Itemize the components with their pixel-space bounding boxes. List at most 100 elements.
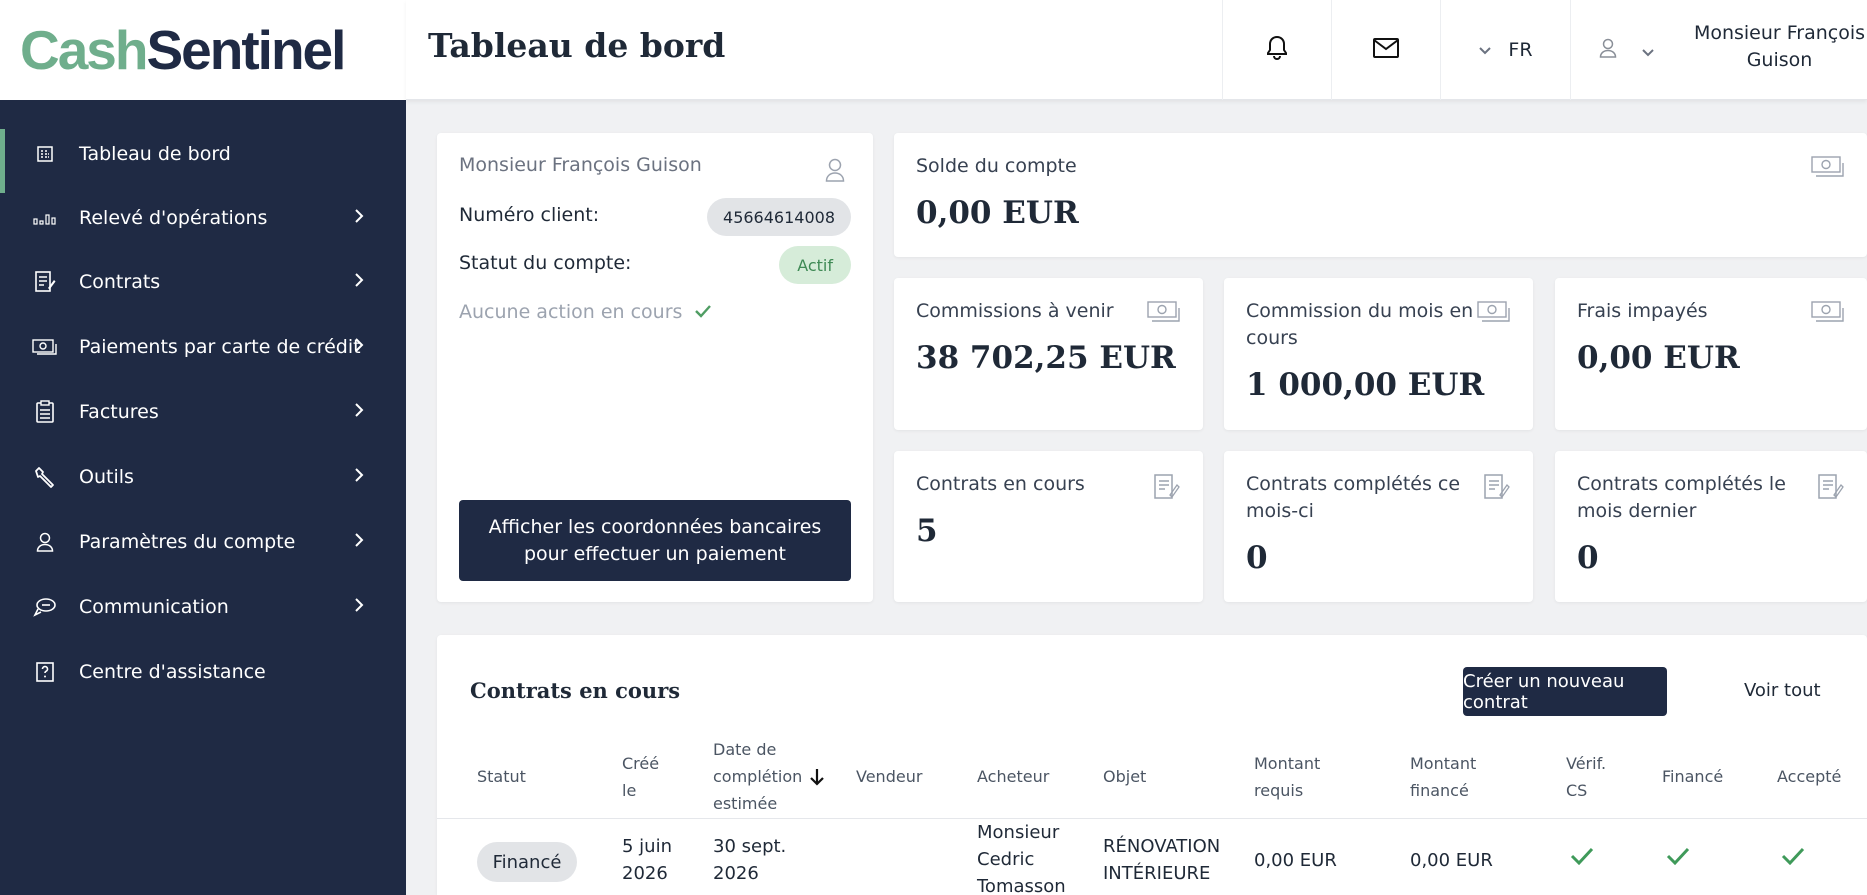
user-icon xyxy=(1599,37,1617,63)
sidebar-item-label: Relevé d'opérations xyxy=(79,207,268,229)
chevron-right-icon xyxy=(354,336,364,358)
table-header-divider xyxy=(437,818,1867,819)
check-icon xyxy=(1570,847,1594,869)
chart-icon xyxy=(32,205,58,231)
money-icon xyxy=(1811,155,1845,183)
column-header-montant-requis[interactable]: Montant requis xyxy=(1254,750,1334,804)
stat-value: 0 xyxy=(1577,540,1599,576)
chevron-down-icon xyxy=(1478,39,1492,61)
language-selector[interactable]: FR xyxy=(1440,0,1570,100)
sidebar-item-releve[interactable]: Relevé d'opérations xyxy=(0,193,406,243)
column-header-vendeur[interactable]: Vendeur xyxy=(856,763,922,790)
cell-montant-requis: 0,00 EUR xyxy=(1254,850,1337,871)
column-header-objet[interactable]: Objet xyxy=(1103,763,1146,790)
top-bar: Tableau de bord FR Monsieur François Gui… xyxy=(406,0,1867,100)
user-menu[interactable]: Monsieur François Guison xyxy=(1570,0,1867,100)
sidebar-item-paiements[interactable]: Paiements par carte de crédit xyxy=(0,322,406,372)
sidebar-item-factures[interactable]: Factures xyxy=(0,387,406,437)
column-header-accepte[interactable]: Accepté xyxy=(1777,763,1841,790)
user-icon xyxy=(32,529,58,555)
brand-part-1: Cash xyxy=(20,18,148,81)
chevron-down-icon xyxy=(1641,43,1655,62)
contract-icon xyxy=(1483,473,1511,505)
language-label: FR xyxy=(1508,39,1533,61)
show-bank-details-button[interactable]: Afficher les coordonnées bancaires pour … xyxy=(459,500,851,581)
see-all-link[interactable]: Voir tout xyxy=(1744,680,1821,701)
messages-button[interactable] xyxy=(1331,0,1440,100)
chevron-right-icon xyxy=(354,401,364,423)
contract-icon xyxy=(1817,473,1845,505)
column-header-montant-finance[interactable]: Montant financé xyxy=(1410,750,1490,804)
wrench-icon xyxy=(32,464,58,490)
column-header-finance[interactable]: Financé xyxy=(1662,763,1723,790)
stat-value: 0,00 EUR xyxy=(916,195,1079,231)
contract-icon xyxy=(1153,473,1181,505)
client-name: Monsieur François Guison xyxy=(459,154,702,176)
account-status-label: Statut du compte: xyxy=(459,252,632,274)
stat-value: 38 702,25 EUR xyxy=(916,340,1176,376)
new-contract-button[interactable]: Créer un nouveau contrat xyxy=(1463,667,1667,716)
sidebar-item-label: Communication xyxy=(79,596,229,618)
stat-label: Contrats en cours xyxy=(916,473,1085,495)
sidebar-item-parametres[interactable]: Paramètres du compte xyxy=(0,517,406,567)
stat-label: Commissions à venir xyxy=(916,300,1114,322)
stat-label: Contrats complétés ce mois-ci xyxy=(1246,473,1461,522)
stat-card-commissions: Commissions à venir 38 702,25 EUR xyxy=(894,278,1203,430)
brand-logo[interactable]: CashSentinel xyxy=(20,22,346,78)
stat-value: 0 xyxy=(1246,540,1268,576)
column-header-cree[interactable]: Créé le xyxy=(622,750,666,804)
sidebar-item-label: Paiements par carte de crédit xyxy=(79,336,361,358)
money-icon xyxy=(1811,300,1845,328)
sidebar-item-label: Centre d'assistance xyxy=(79,661,266,683)
sort-desc-icon[interactable] xyxy=(809,767,825,791)
help-icon xyxy=(32,659,58,685)
mail-icon xyxy=(1372,37,1400,63)
money-icon xyxy=(1477,300,1511,328)
sidebar-item-label: Outils xyxy=(79,466,134,488)
sidebar-item-dashboard[interactable]: Tableau de bord xyxy=(0,129,406,193)
contracts-panel: Contrats en cours Créer un nouveau contr… xyxy=(437,635,1867,895)
contracts-title: Contrats en cours xyxy=(470,678,681,703)
money-icon xyxy=(1147,300,1181,328)
status-badge: Financé xyxy=(477,842,577,882)
stat-card-solde: Solde du compte 0,00 EUR xyxy=(894,133,1867,257)
column-header-verif[interactable]: Vérif. CS xyxy=(1566,750,1614,804)
sidebar-item-label: Factures xyxy=(79,401,159,423)
user-icon xyxy=(825,157,845,187)
column-header-acheteur[interactable]: Acheteur xyxy=(977,763,1049,790)
sidebar-item-label: Contrats xyxy=(79,271,161,293)
client-card: Monsieur François Guison Numéro client: … xyxy=(437,133,873,602)
notifications-button[interactable] xyxy=(1222,0,1331,100)
chevron-right-icon xyxy=(354,596,364,618)
contract-icon xyxy=(32,269,58,295)
client-number-badge: 45664614008 xyxy=(707,198,851,236)
sidebar-item-outils[interactable]: Outils xyxy=(0,452,406,502)
check-icon xyxy=(1666,847,1690,869)
stat-card-contrats-dernier: Contrats complétés le mois dernier 0 xyxy=(1555,451,1867,602)
cell-montant-finance: 0,00 EUR xyxy=(1410,850,1493,871)
logo-container[interactable]: CashSentinel xyxy=(0,0,406,100)
stat-label: Commission du mois en cours xyxy=(1246,300,1474,349)
money-icon xyxy=(32,334,58,360)
column-header-statut[interactable]: Statut xyxy=(477,763,526,790)
chat-icon xyxy=(32,594,58,620)
page-title: Tableau de bord xyxy=(428,26,726,65)
user-name: Monsieur François Guison xyxy=(1693,22,1866,71)
cell-acheteur: Monsieur Cedric Tomasson xyxy=(977,822,1066,895)
stat-card-commission-mois: Commission du mois en cours 1 000,00 EUR xyxy=(1224,278,1533,430)
check-icon xyxy=(1781,847,1805,869)
brand-part-2: Sentinel xyxy=(146,18,347,81)
column-header-date[interactable]: Date de complétion estimée xyxy=(713,736,813,817)
stat-card-contrats-cours: Contrats en cours 5 xyxy=(894,451,1203,602)
stat-value: 1 000,00 EUR xyxy=(1246,367,1485,403)
bell-icon xyxy=(1265,35,1289,65)
cell-cree: 5 juin 2026 xyxy=(622,836,672,884)
sidebar-item-assistance[interactable]: Centre d'assistance xyxy=(0,647,406,697)
stat-label: Solde du compte xyxy=(916,155,1077,177)
cell-date: 30 sept. 2026 xyxy=(713,836,787,884)
stat-label: Contrats complétés le mois dernier xyxy=(1577,473,1786,522)
no-action-text: Aucune action en cours xyxy=(459,301,712,323)
sidebar-item-communication[interactable]: Communication xyxy=(0,582,406,632)
status-badge: Actif xyxy=(779,246,851,284)
sidebar-item-contrats[interactable]: Contrats xyxy=(0,257,406,307)
